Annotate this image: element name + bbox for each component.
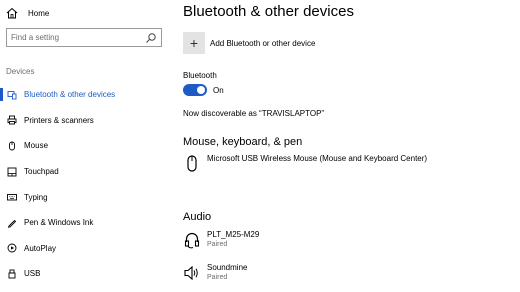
sidebar-item-bluetooth[interactable]: Bluetooth & other devices bbox=[0, 82, 168, 108]
sidebar-item-typing[interactable]: Typing bbox=[0, 184, 168, 210]
sidebar-item-pen[interactable]: Pen & Windows Ink bbox=[0, 210, 168, 236]
device-status: Paired bbox=[207, 274, 228, 281]
sidebar-item-label: Mouse bbox=[24, 141, 49, 151]
sidebar-item-label: USB bbox=[24, 269, 41, 279]
device-name: Soundmine bbox=[207, 263, 248, 272]
add-device-button[interactable]: + Add Bluetooth or other device bbox=[183, 32, 315, 54]
toggle-knob bbox=[197, 86, 205, 94]
sidebar-item-label: AutoPlay bbox=[24, 243, 57, 253]
sidebar-item-autoplay[interactable]: AutoPlay bbox=[0, 236, 168, 262]
mouse-section-heading: Mouse, keyboard, & pen bbox=[183, 136, 303, 148]
device-name: Microsoft USB Wireless Mouse (Mouse and … bbox=[207, 154, 428, 163]
sidebar-item-mouse[interactable]: Mouse bbox=[0, 133, 168, 159]
keyboard-icon bbox=[7, 192, 17, 202]
audio-section-heading: Audio bbox=[183, 211, 212, 223]
sidebar-item-usb[interactable]: USB bbox=[0, 261, 168, 287]
home-label: Home bbox=[28, 8, 50, 18]
autoplay-icon bbox=[7, 243, 17, 253]
bluetooth-toggle[interactable] bbox=[183, 84, 207, 96]
main-content: Bluetooth & other devices + Add Bluetoot… bbox=[183, 0, 513, 292]
sidebar-item-label: Bluetooth & other devices bbox=[24, 90, 116, 100]
devices-section-label: Devices bbox=[6, 67, 35, 76]
bluetooth-toggle-row: On bbox=[183, 84, 224, 96]
headset-icon bbox=[183, 230, 201, 250]
device-item-speaker[interactable]: Soundmine Paired bbox=[183, 263, 447, 283]
search-icon[interactable] bbox=[145, 32, 157, 44]
plus-icon[interactable]: + bbox=[183, 32, 205, 54]
sidebar-item-printers[interactable]: Printers & scanners bbox=[0, 108, 168, 134]
sidebar-item-label: Typing bbox=[24, 192, 48, 202]
bluetooth-label: Bluetooth bbox=[183, 71, 217, 80]
sidebar-item-touchpad[interactable]: Touchpad bbox=[0, 159, 168, 185]
sidebar-item-label: Pen & Windows Ink bbox=[24, 218, 94, 228]
usb-icon bbox=[7, 269, 17, 279]
bluetooth-state: On bbox=[213, 85, 224, 95]
search-input[interactable] bbox=[7, 33, 145, 42]
home-icon bbox=[6, 7, 18, 19]
page-title: Bluetooth & other devices bbox=[183, 3, 354, 20]
home-link[interactable]: Home bbox=[6, 4, 49, 22]
pen-icon bbox=[7, 218, 17, 228]
bluetooth-icon bbox=[7, 90, 17, 100]
sidebar-item-label: Touchpad bbox=[24, 167, 59, 177]
touchpad-icon bbox=[7, 167, 17, 177]
discoverable-text: Now discoverable as “TRAVISLAPTOP” bbox=[183, 109, 325, 118]
add-device-label: Add Bluetooth or other device bbox=[210, 38, 316, 48]
device-status: Paired bbox=[207, 241, 228, 248]
mouse-icon bbox=[183, 154, 201, 174]
device-name: PLT_M25-M29 bbox=[207, 230, 260, 239]
device-item-headset[interactable]: PLT_M25-M29 Paired bbox=[183, 230, 447, 250]
sidebar-nav: Bluetooth & other devices Printers & sca… bbox=[0, 82, 168, 287]
speaker-icon bbox=[183, 263, 201, 283]
mouse-icon bbox=[7, 141, 17, 151]
sidebar-item-label: Printers & scanners bbox=[24, 115, 94, 125]
printer-icon bbox=[7, 115, 17, 125]
search-box[interactable] bbox=[6, 28, 162, 47]
sidebar: Home Devices Bluetooth & other devices P… bbox=[0, 0, 168, 292]
device-item-mouse[interactable]: Microsoft USB Wireless Mouse (Mouse and … bbox=[183, 154, 447, 174]
